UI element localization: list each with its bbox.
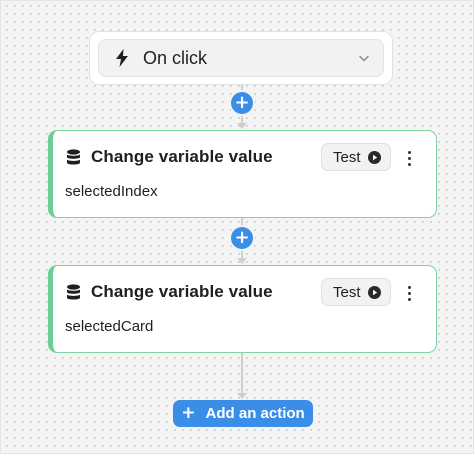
- more-vertical-icon[interactable]: [403, 282, 415, 304]
- plus-icon: +: [234, 92, 250, 113]
- connector-arrow: [237, 123, 247, 129]
- chevron-down-icon: [359, 55, 369, 62]
- play-circle-icon: [367, 150, 381, 164]
- trigger-node: On click: [89, 31, 393, 85]
- database-icon: [66, 284, 81, 306]
- test-button-label: Test: [333, 148, 361, 166]
- more-vertical-icon[interactable]: [403, 147, 415, 169]
- trigger-select[interactable]: On click: [98, 39, 384, 77]
- trigger-label: On click: [143, 47, 208, 68]
- action-card[interactable]: Change variable value Test selectedIndex: [48, 130, 437, 218]
- connector-arrow: [237, 258, 247, 264]
- insert-step-button[interactable]: +: [231, 227, 253, 249]
- add-action-label: Add an action: [205, 405, 305, 422]
- test-button-label: Test: [333, 283, 361, 301]
- insert-step-button[interactable]: +: [231, 92, 253, 114]
- play-circle-icon: [367, 285, 381, 299]
- test-button[interactable]: Test: [321, 143, 391, 171]
- test-button[interactable]: Test: [321, 278, 391, 306]
- plus-icon: +: [181, 403, 196, 423]
- action-card[interactable]: Change variable value Test selectedCard: [48, 265, 437, 353]
- action-title: Change variable value: [91, 282, 273, 301]
- action-title: Change variable value: [91, 147, 273, 166]
- database-icon: [66, 149, 81, 171]
- variable-name: selectedCard: [65, 318, 154, 335]
- connector-line: [241, 353, 243, 395]
- connector-arrow: [237, 393, 247, 399]
- plus-icon: +: [234, 227, 250, 248]
- add-action-button[interactable]: + Add an action: [173, 400, 313, 427]
- variable-name: selectedIndex: [65, 183, 158, 200]
- lightning-bolt-icon: [115, 49, 129, 67]
